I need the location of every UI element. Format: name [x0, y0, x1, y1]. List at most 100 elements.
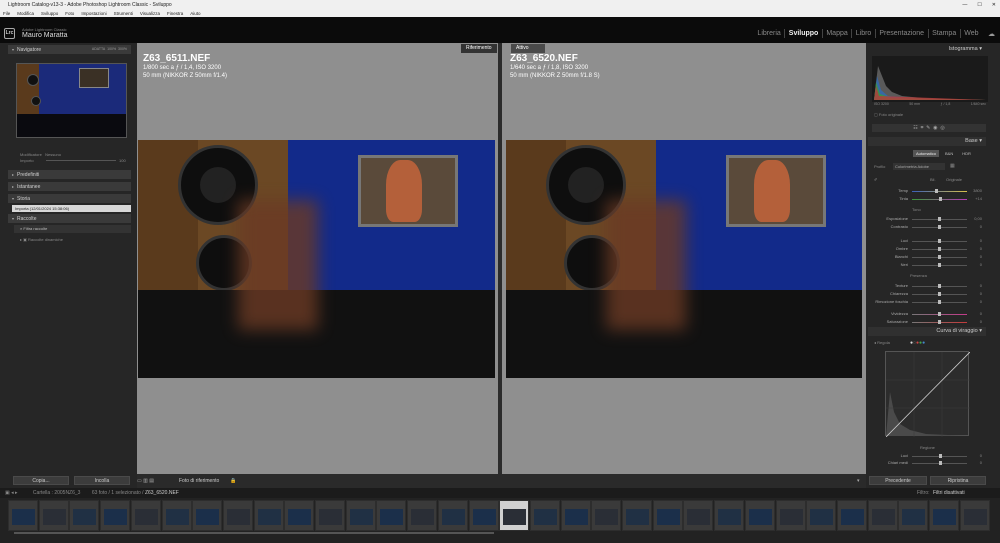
menu-foto[interactable]: Foto: [65, 10, 74, 17]
curve-channel-icons[interactable]: ●◌●●●: [910, 340, 925, 346]
filmstrip-nav-icons[interactable]: ▣ ◂ ▸: [5, 490, 18, 496]
filmstrip-thumbnail[interactable]: [959, 500, 990, 531]
slider-tint[interactable]: Tinta +14: [872, 196, 982, 202]
filmstrip-thumbnail[interactable]: [529, 500, 560, 531]
paste-button[interactable]: Incolla: [74, 476, 130, 485]
zoom-100[interactable]: 100%: [107, 47, 116, 51]
toolbar-menu-icon[interactable]: ▾: [857, 478, 860, 484]
history-item[interactable]: Importa (12/01/2024 15:38:06): [12, 205, 131, 212]
navigator-header[interactable]: ▾ Navigatore ADATTA 100% 300%: [8, 45, 131, 54]
slider-shadows[interactable]: Ombre 0: [872, 246, 982, 252]
menu-finestra[interactable]: Finestra: [167, 10, 183, 17]
slider-saturation[interactable]: Saturazione 0: [872, 319, 982, 325]
filmstrip-thumbnail[interactable]: [69, 500, 100, 531]
filmstrip-thumbnail[interactable]: [867, 500, 898, 531]
filmstrip-thumbnail[interactable]: [222, 500, 253, 531]
panel-istantanee[interactable]: ▸ Istantanee: [8, 182, 131, 191]
filmstrip-thumbnail[interactable]: [8, 500, 38, 531]
reference-photo[interactable]: [138, 140, 495, 378]
smart-collections[interactable]: ▸ ▣ Raccolte dinamiche: [20, 237, 63, 242]
menu-modifica[interactable]: Modifica: [17, 10, 34, 17]
menu-impostazioni[interactable]: Impostazioni: [81, 10, 106, 17]
filmstrip-thumbnail[interactable]: [560, 500, 591, 531]
modifier-amount-slider[interactable]: [46, 160, 116, 161]
filter-select[interactable]: Filtri disattivati: [933, 488, 965, 498]
filmstrip-scrollbar[interactable]: [14, 532, 494, 534]
filmstrip-thumbnail[interactable]: [407, 500, 438, 531]
filmstrip-thumbnail[interactable]: [836, 500, 867, 531]
treatment-auto[interactable]: Automatico: [913, 150, 940, 157]
module-web[interactable]: Web: [961, 29, 982, 38]
filmstrip-thumbnail[interactable]: [775, 500, 806, 531]
filmstrip-thumbnail[interactable]: [898, 500, 929, 531]
treatment-hdr[interactable]: HDR: [959, 150, 974, 157]
filter-collections[interactable]: ⌕ Filtra raccolte: [14, 225, 131, 233]
slider-exposure[interactable]: Esposizione 0,00: [872, 216, 982, 222]
filmstrip-thumbnail[interactable]: [284, 500, 315, 531]
slider-highlights[interactable]: Luci 0: [872, 238, 982, 244]
profile-select[interactable]: Colorimetria Adobe: [893, 163, 945, 170]
tone-curve-header[interactable]: Curva di viraggio ▾: [868, 327, 986, 336]
module-libro[interactable]: Libro: [852, 29, 876, 38]
close-icon[interactable]: ✕: [992, 0, 996, 10]
zoom-fit[interactable]: ADATTA: [92, 47, 105, 51]
filmstrip-thumbnail[interactable]: [591, 500, 622, 531]
panel-raccolte[interactable]: ▾ Raccolte: [8, 214, 131, 223]
active-photo[interactable]: [506, 140, 862, 378]
lock-icon[interactable]: 🔒: [230, 478, 236, 484]
filmstrip-thumbnail[interactable]: [376, 500, 407, 531]
view-mode-icons[interactable]: ▭ ▥ ▤: [137, 478, 154, 484]
original-photo-toggle[interactable]: ▢ Foto originale: [874, 112, 903, 117]
slider-blacks[interactable]: Neri 0: [872, 262, 982, 268]
previous-button[interactable]: Precedente: [869, 476, 927, 485]
filmstrip-thumbnail[interactable]: [161, 500, 192, 531]
tool-strip[interactable]: ☷ ⌗ ✎ ◉ ◎: [872, 124, 986, 132]
filmstrip-thumbnail[interactable]: [345, 500, 376, 531]
histogram[interactable]: [872, 56, 988, 102]
filmstrip-folder[interactable]: Cartella : 2005NZ6_3: [33, 490, 81, 496]
navigator-preview[interactable]: [16, 63, 127, 138]
base-header[interactable]: Base ▾: [868, 137, 986, 146]
curve-slider-lights[interactable]: Chiari medi 0: [872, 460, 982, 466]
filmstrip-thumbnail[interactable]: [130, 500, 161, 531]
filmstrip-thumbnail[interactable]: [437, 500, 468, 531]
filmstrip-thumbnail[interactable]: [100, 500, 131, 531]
filmstrip-thumbnail[interactable]: [253, 500, 284, 531]
menu-aiuto[interactable]: Aiuto: [190, 10, 200, 17]
module-presentazione[interactable]: Presentazione: [876, 29, 929, 38]
curve-type-label[interactable]: ◂ Regola: [874, 340, 890, 345]
eyedropper-icon[interactable]: ✐: [874, 177, 877, 182]
curve-slider-highlights[interactable]: Luci 0: [872, 453, 982, 459]
menu-visualizza[interactable]: Visualizza: [140, 10, 160, 17]
wb-select[interactable]: Originale: [946, 177, 962, 182]
slider-whites[interactable]: Bianchi 0: [872, 254, 982, 260]
menu-sviluppo[interactable]: Sviluppo: [41, 10, 58, 17]
menu-strumenti[interactable]: Strumenti: [114, 10, 133, 17]
filmstrip-thumbnail[interactable]: [499, 500, 530, 531]
maximize-icon[interactable]: ☐: [977, 0, 981, 10]
filmstrip-thumbnail[interactable]: [652, 500, 683, 531]
filmstrip-thumbnail[interactable]: [38, 500, 69, 531]
slider-temp[interactable]: Temp 3800: [872, 188, 982, 194]
histogram-header[interactable]: Istogramma ▾: [868, 45, 986, 54]
filmstrip-thumbnail[interactable]: [315, 500, 345, 531]
filmstrip-thumbnail[interactable]: [744, 500, 775, 531]
zoom-300[interactable]: 300%: [118, 47, 127, 51]
treatment-bw[interactable]: B&N: [942, 150, 956, 157]
slider-clarity[interactable]: Chiarezza 0: [872, 291, 982, 297]
copy-button[interactable]: Copia...: [13, 476, 69, 485]
module-libreria[interactable]: Libreria: [754, 29, 786, 38]
module-mappa[interactable]: Mappa: [823, 29, 853, 38]
panel-storia[interactable]: ▾ Storia: [8, 194, 131, 203]
filmstrip-thumbnail[interactable]: [683, 500, 714, 531]
module-stampa[interactable]: Stampa: [929, 29, 961, 38]
panel-predefiniti[interactable]: ▸ Predefiniti: [8, 170, 131, 179]
profile-browser-icon[interactable]: ▦: [950, 163, 955, 169]
filmstrip-thumbnail[interactable]: [622, 500, 652, 531]
filmstrip-thumbnail[interactable]: [806, 500, 837, 531]
minimize-icon[interactable]: —: [962, 0, 967, 10]
menu-file[interactable]: File: [3, 10, 10, 17]
filmstrip-thumbnail[interactable]: [929, 500, 959, 531]
slider-texture[interactable]: Texture 0: [872, 283, 982, 289]
slider-dehaze[interactable]: Rimozione foschia 0: [872, 299, 982, 305]
